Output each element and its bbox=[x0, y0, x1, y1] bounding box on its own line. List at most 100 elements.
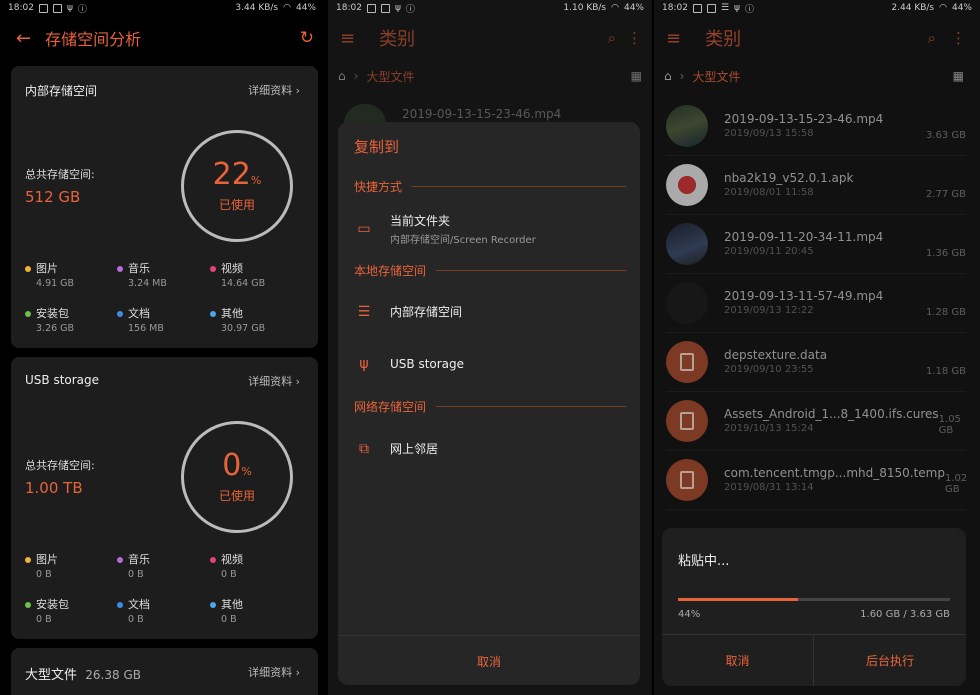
file-name: 2019-09-13-15-23-46.mp4 bbox=[724, 112, 884, 126]
file-row[interactable]: 2019-09-13-15-23-46.mp4 2019/09/13 15:58 3… bbox=[666, 96, 966, 156]
category-dot bbox=[117, 602, 123, 608]
home-icon[interactable]: ⌂ bbox=[338, 69, 346, 83]
file-date: 2019/09/11 20:45 bbox=[724, 246, 814, 257]
category-dot bbox=[210, 557, 216, 563]
battery-level: 44% bbox=[623, 3, 644, 13]
category-name: 文档 bbox=[128, 307, 150, 320]
copy-to-screen: 18:02 ψ ⓘ 1.10 KB/s ◠ 44% ≡ 类别 ⌕ ⋮ ⌂ › 大… bbox=[328, 0, 652, 695]
progress-track bbox=[678, 598, 950, 601]
section-local-storage: 本地存储空间 bbox=[354, 262, 626, 279]
file-row[interactable]: depstexture.data 2019/09/10 23:55 1.18 GB bbox=[666, 332, 966, 392]
file-row[interactable]: 2019-09-13-11-57-49.mp4 2019/09/13 12:22 1… bbox=[666, 273, 966, 333]
menu-icon[interactable]: ≡ bbox=[666, 28, 681, 49]
breadcrumb-current[interactable]: 大型文件 bbox=[366, 68, 414, 85]
file-row[interactable]: Assets_Android_1...8_1400.ifs.cures 2019/… bbox=[666, 391, 966, 451]
total-storage-value: 512 GB bbox=[25, 188, 81, 206]
file-size: 1.05 GB bbox=[938, 414, 961, 436]
breadcrumb-current[interactable]: 大型文件 bbox=[692, 68, 740, 85]
video-thumbnail bbox=[344, 104, 386, 124]
file-row[interactable]: nba2k19_v52.0.1.apk 2019/08/01 11:58 2.77 … bbox=[666, 155, 966, 215]
cancel-button[interactable]: 取消 bbox=[338, 653, 640, 670]
file-info: nba2k19_v52.0.1.apk 2019/08/01 11:58 bbox=[724, 171, 926, 198]
dialog-title: 粘贴中... bbox=[678, 554, 730, 569]
usage-percent: 0% bbox=[222, 447, 252, 483]
file-row[interactable]: 2019-09-11-20-34-11.mp4 2019/09/11 20:45 1… bbox=[666, 214, 966, 274]
refresh-icon[interactable]: ↻ bbox=[300, 28, 314, 48]
details-link[interactable]: 详细资料 › bbox=[248, 82, 300, 98]
details-link[interactable]: 详细资料 › bbox=[248, 373, 300, 389]
progress-fill bbox=[678, 598, 798, 601]
category-item: 音乐 0 B bbox=[117, 551, 150, 580]
internal-storage-card: 内部存储空间 详细资料 › 总共存储空间: 512 GB 22% 已使用 图片 4… bbox=[11, 66, 318, 348]
category-item: 文档 156 MB bbox=[117, 305, 164, 334]
pasting-screen: 18:02 ☰ ψ ⓘ 2.44 KB/s ◠ 44% ≡ 类别 ⌕ ⋮ ⌂ ›… bbox=[654, 0, 980, 695]
chevron-right-icon: › bbox=[679, 69, 685, 83]
storage-icon: ☰ bbox=[357, 303, 371, 320]
chevron-right-icon: › bbox=[295, 666, 300, 679]
page-title: 存储空间分析 bbox=[45, 30, 142, 49]
network-speed: 3.44 KB/s bbox=[235, 3, 279, 13]
info-icon: ⓘ bbox=[77, 4, 87, 15]
category-name: 文档 bbox=[128, 598, 150, 611]
category-item: 图片 4.91 GB bbox=[25, 260, 74, 289]
grid-view-icon[interactable]: ▦ bbox=[631, 69, 642, 83]
network-computer-icon: ⧉ bbox=[359, 440, 369, 457]
total-storage-label: 总共存储空间: bbox=[25, 168, 95, 181]
card-title: 大型文件 26.38 GB bbox=[25, 668, 141, 683]
card-title: 内部存储空间 bbox=[25, 84, 98, 98]
file-info: 2019-09-11-20-34-11.mp4 2019/09/11 20:45 bbox=[724, 230, 926, 257]
info-icon: ⓘ bbox=[405, 4, 415, 15]
folder-icon: ▭ bbox=[357, 221, 371, 237]
file-row[interactable]: com.tencent.tmgp...mhd_8150.temp 2019/08/… bbox=[666, 450, 967, 510]
total-storage-value: 1.00 TB bbox=[25, 479, 83, 497]
category-size: 0 B bbox=[128, 569, 144, 580]
run-in-background-button[interactable]: 后台执行 bbox=[814, 652, 966, 669]
category-name: 图片 bbox=[36, 262, 58, 275]
grid-view-icon[interactable]: ▦ bbox=[953, 69, 964, 83]
battery-level: 44% bbox=[951, 3, 972, 13]
file-date: 2019/08/31 13:14 bbox=[724, 482, 814, 493]
breadcrumb: ⌂ › 大型文件 ▦ bbox=[664, 66, 970, 86]
file-date: 2019/10/13 15:24 bbox=[724, 423, 814, 434]
option-current-folder[interactable]: ▭ 当前文件夹 内部存储空间/Screen Recorder bbox=[354, 212, 626, 246]
category-dot bbox=[210, 602, 216, 608]
file-info: com.tencent.tmgp...mhd_8150.temp 2019/08/… bbox=[724, 466, 945, 493]
category-name: 其他 bbox=[221, 307, 243, 320]
menu-icon[interactable]: ≡ bbox=[340, 28, 355, 49]
cancel-button[interactable]: 取消 bbox=[662, 652, 813, 669]
app-bar: ≡ 类别 ⌕ ⋮ bbox=[654, 18, 980, 58]
option-network-neighborhood[interactable]: ⧉ 网上邻居 bbox=[354, 440, 626, 457]
category-dot bbox=[117, 311, 123, 317]
category-item: 视频 0 B bbox=[210, 551, 243, 580]
large-files-card[interactable]: 大型文件 26.38 GB 详细资料 › bbox=[11, 648, 318, 695]
search-icon[interactable]: ⌕ bbox=[608, 29, 616, 47]
wifi-icon: ◠ bbox=[611, 3, 619, 13]
status-bar: 18:02 ψ ⓘ 1.10 KB/s ◠ 44% bbox=[328, 0, 652, 16]
option-usb-storage[interactable]: ψ USB storage bbox=[354, 356, 626, 372]
storage-analysis-screen: 18:02 ψ ⓘ 3.44 KB/s ◠ 44% ← 存储空间分析 ↻ 内部存… bbox=[0, 0, 324, 695]
file-name: Assets_Android_1...8_1400.ifs.cures bbox=[724, 407, 939, 421]
more-icon[interactable]: ⋮ bbox=[951, 29, 966, 47]
file-size: 1.18 GB bbox=[925, 366, 966, 377]
file-name: 2019-09-11-20-34-11.mp4 bbox=[724, 230, 884, 244]
file-icon bbox=[680, 411, 694, 430]
category-item: 音乐 3.24 MB bbox=[117, 260, 167, 289]
image-icon bbox=[52, 3, 62, 13]
file-date: 2019/09/13 15:58 bbox=[724, 128, 814, 139]
option-internal-storage[interactable]: ☰ 内部存储空间 bbox=[354, 303, 626, 320]
category-size: 0 B bbox=[221, 569, 237, 580]
search-icon[interactable]: ⌕ bbox=[928, 29, 936, 47]
back-arrow-icon[interactable]: ← bbox=[16, 28, 31, 49]
info-icon: ⓘ bbox=[744, 4, 754, 15]
progress-percent: 44% bbox=[678, 609, 701, 620]
mail-icon bbox=[692, 3, 702, 13]
file-info: Assets_Android_1...8_1400.ifs.cures 2019/… bbox=[724, 407, 939, 434]
category-size: 3.26 GB bbox=[36, 323, 75, 334]
usage-percent: 22% bbox=[212, 156, 262, 192]
home-icon[interactable]: ⌂ bbox=[664, 69, 672, 83]
mail-icon bbox=[38, 3, 48, 13]
details-link[interactable]: 详细资料 › bbox=[248, 664, 300, 680]
page-title: 类别 bbox=[379, 29, 416, 50]
chevron-right-icon: › bbox=[353, 69, 359, 83]
more-icon[interactable]: ⋮ bbox=[627, 29, 642, 47]
